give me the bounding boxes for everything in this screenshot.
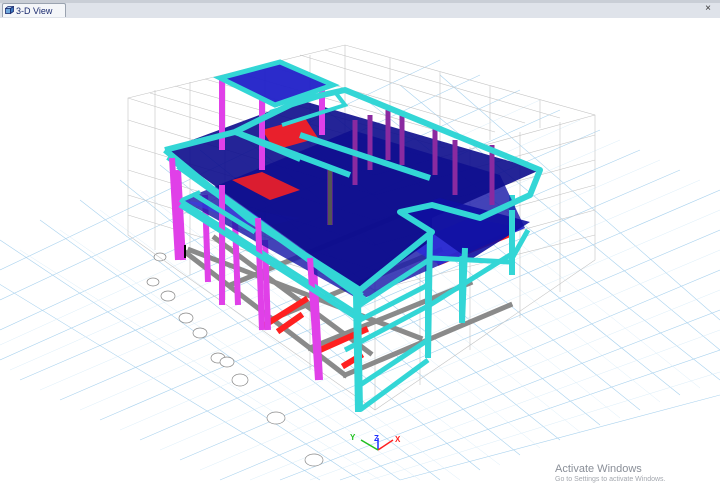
z-axis-label: Z	[374, 434, 379, 443]
view-tab-bar: 3-D View ×	[0, 0, 720, 19]
y-axis-label: Y	[350, 433, 356, 442]
grid-bubble	[304, 453, 324, 467]
grid-bubble	[231, 373, 249, 387]
grid-bubble	[266, 411, 286, 425]
axis-triad: Z X Y	[350, 433, 401, 451]
model-canvas[interactable]: Z X Y	[0, 18, 720, 483]
x-axis-label: X	[395, 435, 401, 444]
activate-windows-title: Activate Windows	[555, 463, 642, 475]
3d-view-icon	[5, 6, 14, 15]
grid-bubble	[192, 327, 208, 339]
tab-label: 3-D View	[16, 5, 53, 16]
grid-bubble	[178, 312, 194, 324]
grid-bubble	[146, 277, 160, 287]
activate-windows-subtitle: Go to Settings to activate Windows.	[555, 476, 666, 483]
close-icon[interactable]: ×	[702, 3, 714, 15]
menu-strip-edge	[0, 0, 720, 3]
tab-3d-view[interactable]: 3-D View	[2, 3, 66, 17]
grid-bubble	[160, 290, 176, 302]
grid-bubble	[153, 252, 167, 262]
grid-bubble	[219, 356, 235, 368]
3d-model-viewport[interactable]: Z X Y	[0, 18, 720, 483]
